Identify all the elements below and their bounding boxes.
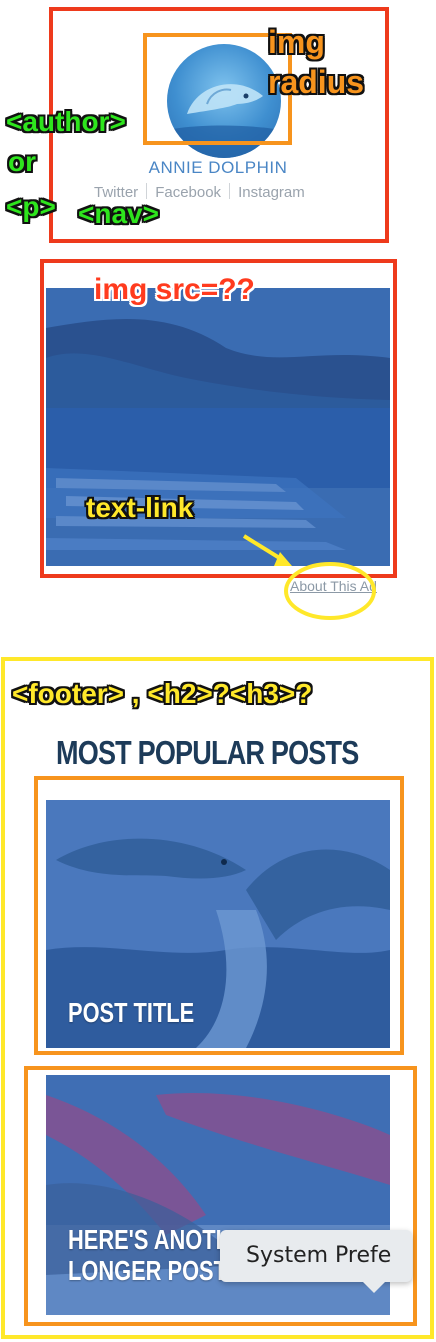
circle-highlight-icon bbox=[284, 562, 376, 620]
p-tag-label: <p> bbox=[6, 191, 56, 222]
text-link-label: text-link bbox=[86, 492, 194, 523]
popular-posts-heading: MOST POPULAR POSTS bbox=[56, 734, 359, 771]
nav-tag-label: <nav> bbox=[78, 198, 159, 229]
facebook-link[interactable]: Facebook bbox=[155, 184, 221, 201]
post-1-annotation-box bbox=[34, 776, 404, 1055]
ad-annotation-box bbox=[40, 259, 397, 578]
instagram-link[interactable]: Instagram bbox=[238, 184, 305, 201]
tooltip-pointer-icon bbox=[362, 1281, 386, 1293]
author-name: ANNIE DOLPHIN bbox=[148, 158, 288, 177]
author-tag-label: <author> bbox=[6, 106, 126, 137]
post-2-annotation-box bbox=[24, 1066, 417, 1326]
or-label: or bbox=[8, 146, 36, 177]
radius-label: radius bbox=[268, 64, 365, 100]
img-label: img bbox=[268, 24, 325, 60]
system-preferences-tooltip: System Prefe bbox=[220, 1230, 412, 1282]
img-src-label: img src=?? bbox=[94, 273, 255, 306]
footer-tag-label: <footer> , <h2>?<h3>? bbox=[12, 678, 313, 709]
